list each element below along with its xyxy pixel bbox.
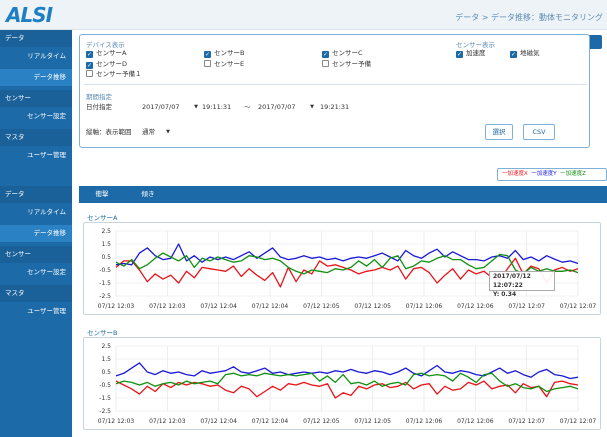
- x-tick-label: 07/12 12:03: [98, 418, 135, 425]
- x-tick-label: 07/12 12:07: [508, 418, 545, 425]
- y-tick-label: 2.5: [101, 343, 111, 350]
- x-tick-label: 07/12 12:03: [149, 418, 186, 425]
- y-tick-label: -2.5: [99, 408, 111, 415]
- chart-sensor-b: 07/12 12:03 07/12 12:03 07/12 12:04 07/12 1…: [98, 343, 597, 425]
- x-tick-label: 07/12 12:05: [354, 418, 391, 425]
- series-line: [115, 372, 579, 393]
- x-tick-label: 07/12 12:04: [200, 418, 237, 425]
- x-tick-label: 07/12 12:07: [560, 418, 597, 425]
- y-tick-label: 1.5: [101, 356, 111, 363]
- y-tick-label: 0.5: [101, 369, 111, 376]
- x-tick-label: 07/12 12:06: [457, 418, 494, 425]
- series-line: [115, 362, 579, 380]
- x-tick-label: 07/12 12:04: [252, 418, 289, 425]
- series-line: [115, 380, 579, 399]
- y-tick-label: -1.5: [99, 395, 111, 402]
- y-tick-label: -0.5: [99, 382, 111, 389]
- x-tick-label: 07/12 12:05: [303, 418, 340, 425]
- x-tick-label: 07/12 12:06: [406, 418, 443, 425]
